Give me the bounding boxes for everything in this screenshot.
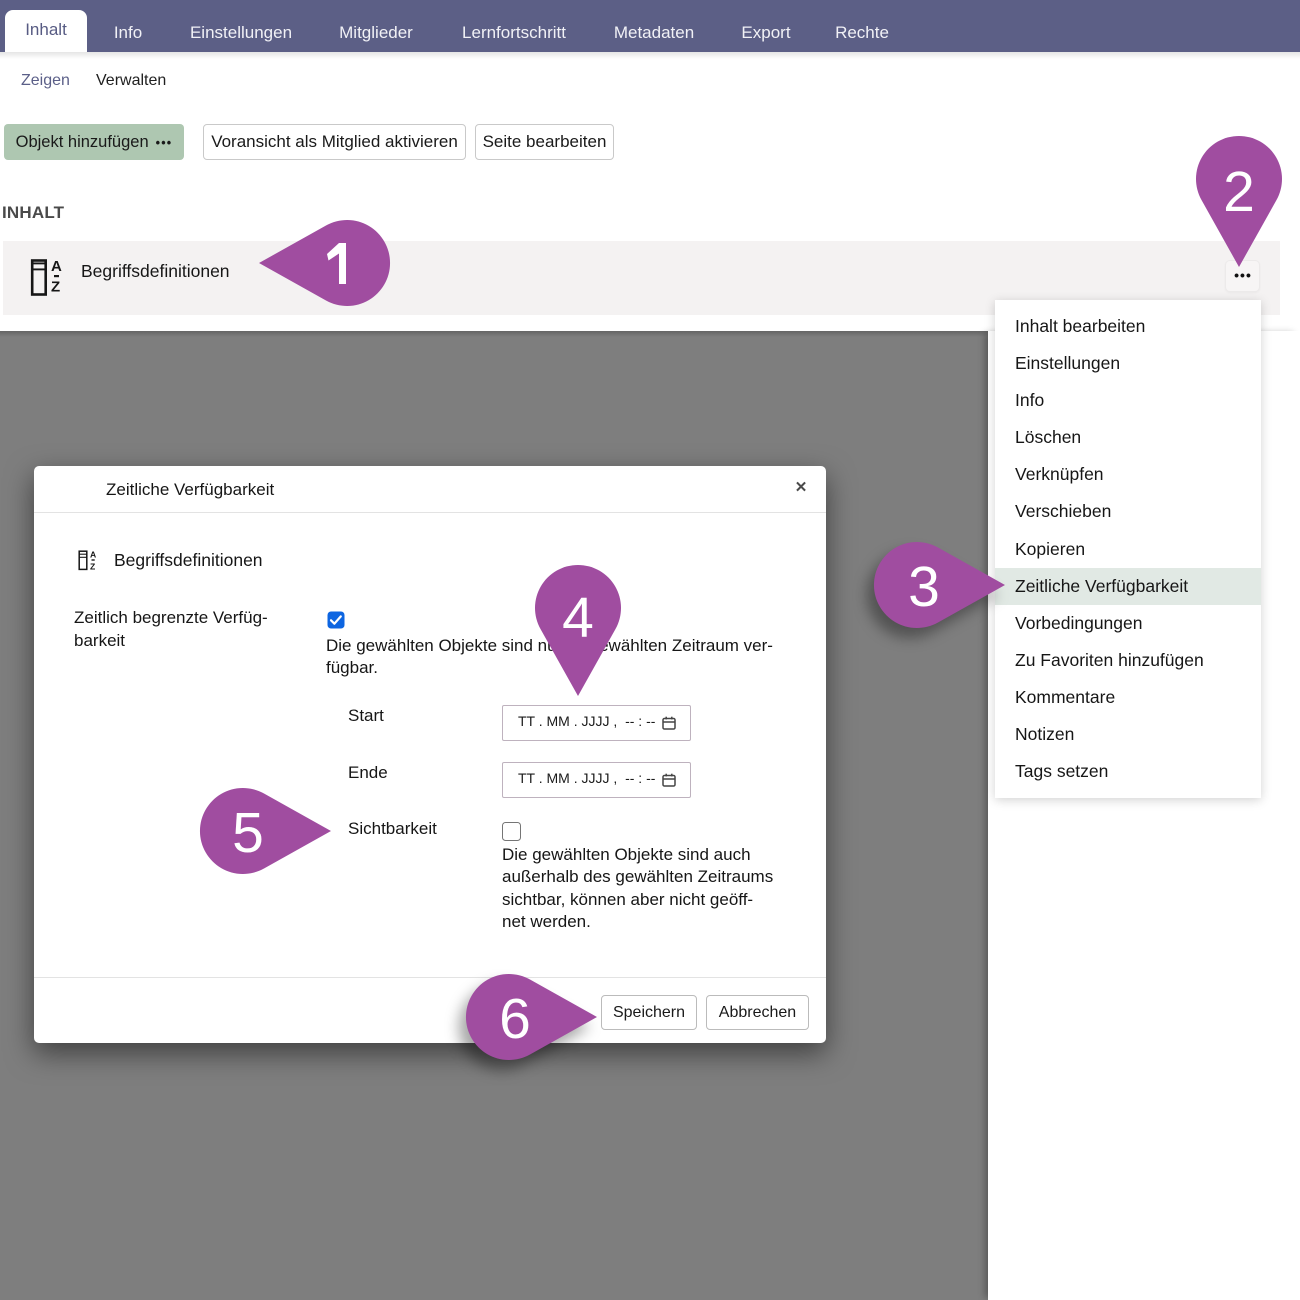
svg-text:Z: Z [90, 562, 95, 572]
svg-text:6: 6 [499, 987, 531, 1051]
svg-text:4: 4 [562, 586, 594, 650]
svg-text:Z: Z [51, 279, 60, 296]
svg-text:5: 5 [232, 801, 264, 865]
svg-text:A: A [90, 550, 96, 559]
svg-text:A: A [51, 258, 62, 275]
svg-text:3: 3 [908, 555, 940, 619]
svg-text:2: 2 [1223, 160, 1255, 224]
